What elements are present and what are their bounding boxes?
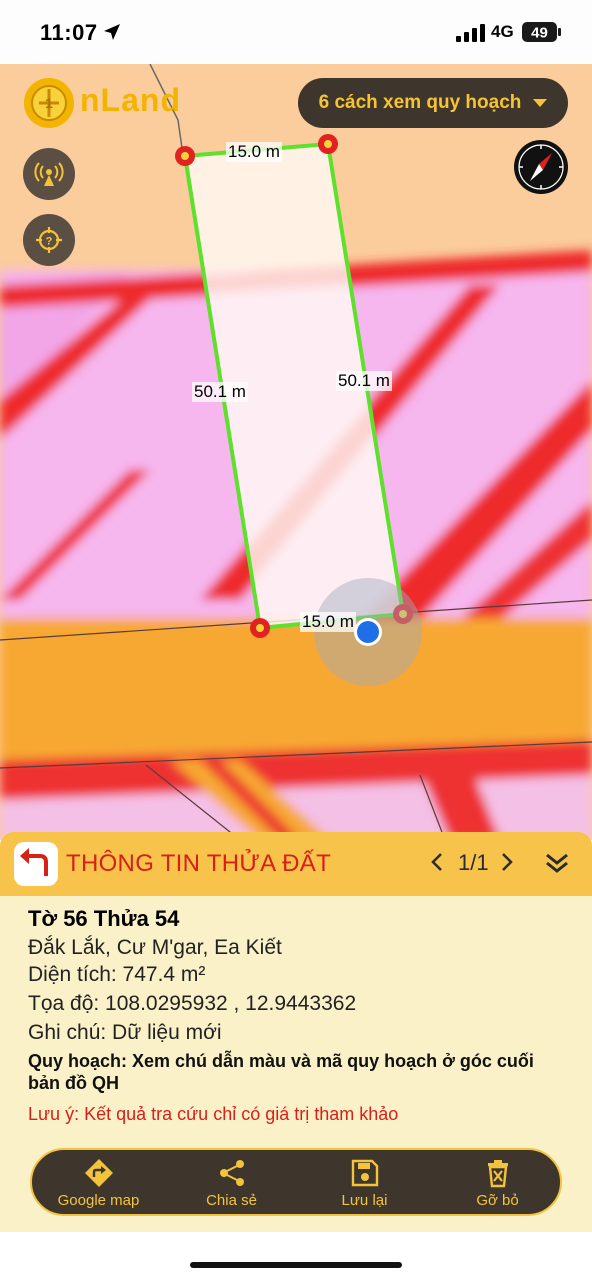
svg-text:?: ? (46, 236, 53, 248)
parcel-coordinates: Tọa độ: 108.0295932 , 12.9443362 (28, 992, 357, 1015)
parcel-name: Tờ 56 Thửa 54 (28, 906, 180, 931)
remove-label: Gỡ bỏ (476, 1192, 519, 1209)
status-bar: 11:07 4G 49 (0, 0, 592, 64)
parcel-location: Đắk Lắk, Cư M'gar, Ea Kiết (28, 936, 282, 959)
gps-signal-button[interactable] (23, 148, 75, 200)
floppy-disk-icon (351, 1159, 378, 1187)
parcel-planning: Quy hoạch: Xem chú dẫn màu và mã quy hoạ… (28, 1051, 534, 1093)
chevron-right-icon[interactable] (500, 852, 514, 872)
action-toolbar: Google map Chia sẻ Lưu lại Gỡ bỏ (30, 1148, 562, 1216)
caret-down-icon (533, 99, 548, 107)
crosshair-icon: ? (36, 227, 62, 253)
dimension-right: 50.1 m (336, 371, 392, 391)
map-view[interactable]: 15.0 m 50.1 m 50.1 m 15.0 m (0, 64, 592, 840)
home-indicator (190, 1262, 402, 1268)
locate-me-button[interactable]: ? (23, 214, 75, 266)
app-logo-text: nLand (80, 82, 181, 118)
compass-icon (518, 144, 564, 190)
planning-view-label: 6 cách xem quy hoạch (318, 92, 522, 113)
directions-icon (84, 1159, 113, 1187)
save-label: Lưu lại (341, 1192, 388, 1209)
google-map-button[interactable]: Google map (32, 1150, 165, 1218)
planning-map (0, 64, 592, 840)
parcel-area: Diện tích: 747.4 m² (28, 963, 206, 986)
share-icon (219, 1160, 244, 1186)
dimension-top: 15.0 m (226, 142, 282, 162)
planning-view-dropdown[interactable]: 6 cách xem quy hoạch (298, 78, 568, 128)
back-arrow-icon (20, 848, 48, 876)
double-chevron-down-icon[interactable] (544, 850, 570, 876)
save-button[interactable]: Lưu lại (298, 1150, 431, 1218)
panel-title: THÔNG TIN THỬA ĐẤT (66, 850, 332, 877)
compass-button[interactable] (514, 140, 568, 194)
dimension-bottom: 15.0 m (300, 612, 356, 632)
trash-icon (487, 1160, 508, 1188)
chevron-left-icon[interactable] (430, 852, 444, 872)
pager-indicator: 1/1 (458, 850, 489, 875)
share-label: Chia sẻ (206, 1192, 257, 1209)
location-arrow-icon (104, 24, 120, 40)
share-button[interactable]: Chia sẻ (165, 1150, 298, 1218)
google-map-label: Google map (57, 1192, 140, 1209)
battery-icon: 49 (522, 22, 561, 42)
network-type: 4G (491, 22, 514, 41)
broadcast-icon (34, 162, 64, 186)
back-button[interactable] (14, 842, 58, 886)
current-location-dot (357, 621, 379, 643)
parcel-note: Ghi chú: Dữ liệu mới (28, 1021, 222, 1044)
svg-text:1: 1 (45, 95, 53, 111)
signal-icon (456, 24, 485, 42)
status-time: 11:07 (40, 20, 98, 45)
onland-logo-icon: 1 (24, 78, 74, 128)
dimension-left: 50.1 m (192, 382, 248, 402)
panel-header: THÔNG TIN THỬA ĐẤT 1/1 (0, 832, 592, 896)
remove-button[interactable]: Gỡ bỏ (431, 1150, 564, 1218)
disclaimer-note: Lưu ý: Kết quả tra cứu chỉ có giá trị th… (28, 1104, 399, 1124)
battery-level: 49 (531, 25, 548, 42)
